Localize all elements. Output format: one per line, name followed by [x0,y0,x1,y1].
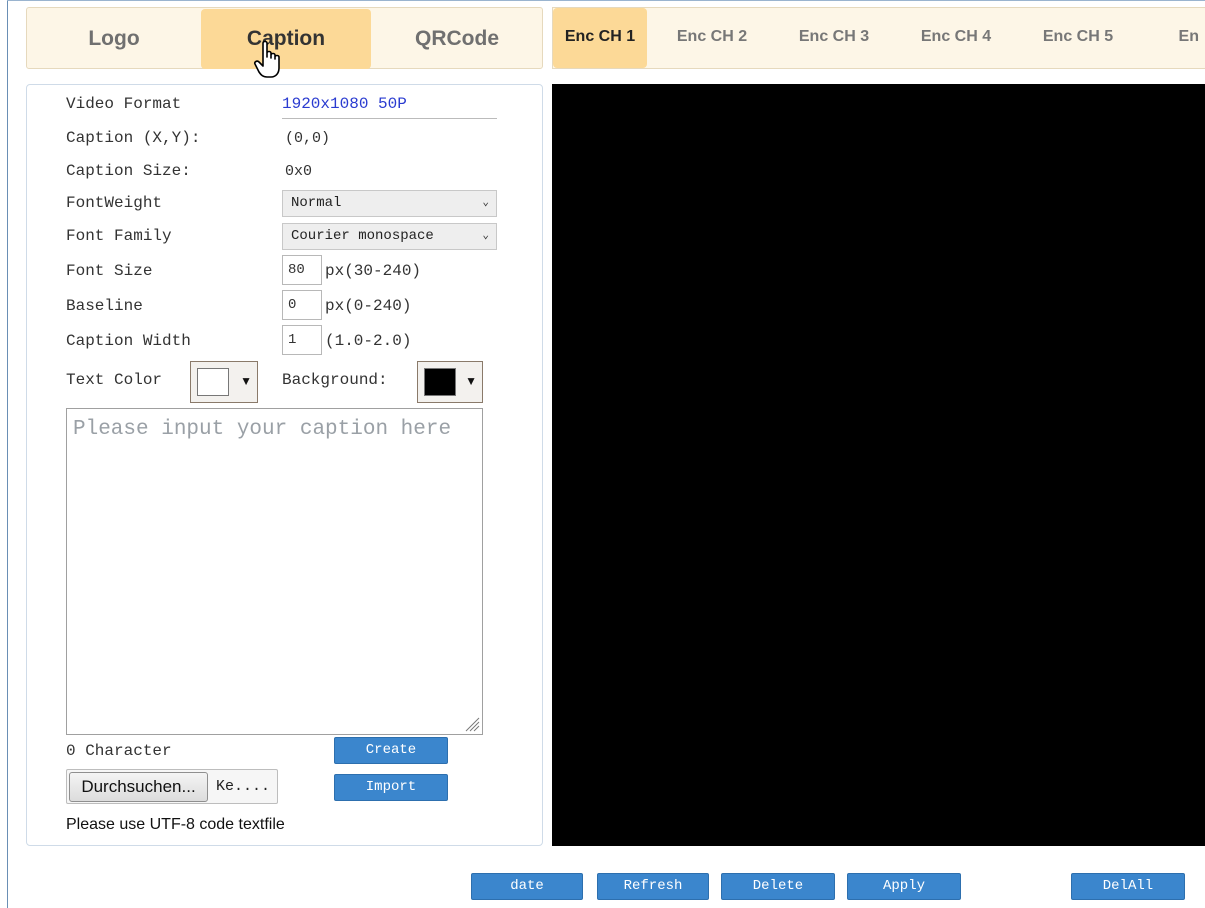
caption-width-input[interactable]: 1 [282,325,322,355]
tab-logo[interactable]: Logo [27,8,201,70]
tab-qrcode[interactable]: QRCode [371,8,543,70]
fontfamily-label: Font Family [66,227,172,245]
date-button[interactable]: date [471,873,583,900]
resize-grip-icon[interactable] [462,714,480,732]
window-frame-left [7,0,8,908]
baseline-hint: px(0-240) [325,297,412,315]
text-color-picker[interactable]: ▼ [190,361,258,403]
caption-position-label: Caption (X,Y): [66,129,201,147]
tab-caption[interactable]: Caption [201,9,371,69]
delete-button[interactable]: Delete [721,873,835,900]
refresh-button[interactable]: Refresh [597,873,709,900]
background-color-picker[interactable]: ▼ [417,361,483,403]
triangle-down-icon: ▼ [465,374,477,388]
fontsize-label: Font Size [66,262,153,280]
fontweight-select[interactable]: Normal ⌄ [282,190,497,217]
baseline-input[interactable]: 0 [282,290,322,320]
fontsize-input[interactable]: 80 [282,255,322,285]
tab-enc-ch-4[interactable]: Enc CH 4 [895,8,1017,68]
encoder-channel-tabs: Enc CH 1 Enc CH 2 Enc CH 3 Enc CH 4 Enc … [552,7,1205,69]
tab-enc-ch-6-partial[interactable]: En [1139,8,1199,68]
caption-size-value: 0x0 [285,163,313,180]
video-format-value: 1920x1080 50P [282,95,407,113]
create-button[interactable]: Create [334,737,448,764]
chevron-down-icon: ⌄ [482,197,489,209]
import-button[interactable]: Import [334,774,448,801]
video-format-underline [282,118,497,119]
fontweight-value: Normal [291,195,342,211]
caption-preview-canvas [552,84,1205,846]
file-input[interactable]: Durchsuchen... Ke.... [66,769,278,804]
caption-size-label: Caption Size: [66,162,191,180]
character-count: 0 Character [66,742,172,760]
background-color-label: Background: [282,371,388,389]
tab-enc-ch-2[interactable]: Enc CH 2 [651,8,773,68]
text-color-label: Text Color [66,371,163,389]
window-frame-top [7,0,1205,1]
video-format-label: Video Format [66,95,182,113]
browse-button[interactable]: Durchsuchen... [69,772,208,802]
utf8-note: Please use UTF-8 code textfile [66,816,285,833]
caption-text-input[interactable]: Please input your caption here [66,408,483,735]
triangle-down-icon: ▼ [240,374,252,388]
tab-enc-ch-3[interactable]: Enc CH 3 [773,8,895,68]
tab-enc-ch-1[interactable]: Enc CH 1 [553,8,647,68]
background-color-swatch [424,368,456,396]
fontsize-hint: px(30-240) [325,262,422,280]
caption-width-hint: (1.0-2.0) [325,332,412,350]
chevron-down-icon: ⌄ [482,230,489,242]
caption-placeholder: Please input your caption here [73,418,452,441]
selected-file-name: Ke.... [216,778,271,795]
baseline-label: Baseline [66,297,143,315]
text-color-swatch [197,368,229,396]
fontfamily-value: Courier monospace [291,228,434,244]
fontfamily-select[interactable]: Courier monospace ⌄ [282,223,497,250]
apply-button[interactable]: Apply [847,873,961,900]
caption-width-label: Caption Width [66,332,191,350]
fontweight-label: FontWeight [66,194,163,212]
tab-enc-ch-5[interactable]: Enc CH 5 [1017,8,1139,68]
caption-position-value: (0,0) [285,130,331,147]
delall-button[interactable]: DelAll [1071,873,1185,900]
hand-pointer-icon [254,40,280,78]
